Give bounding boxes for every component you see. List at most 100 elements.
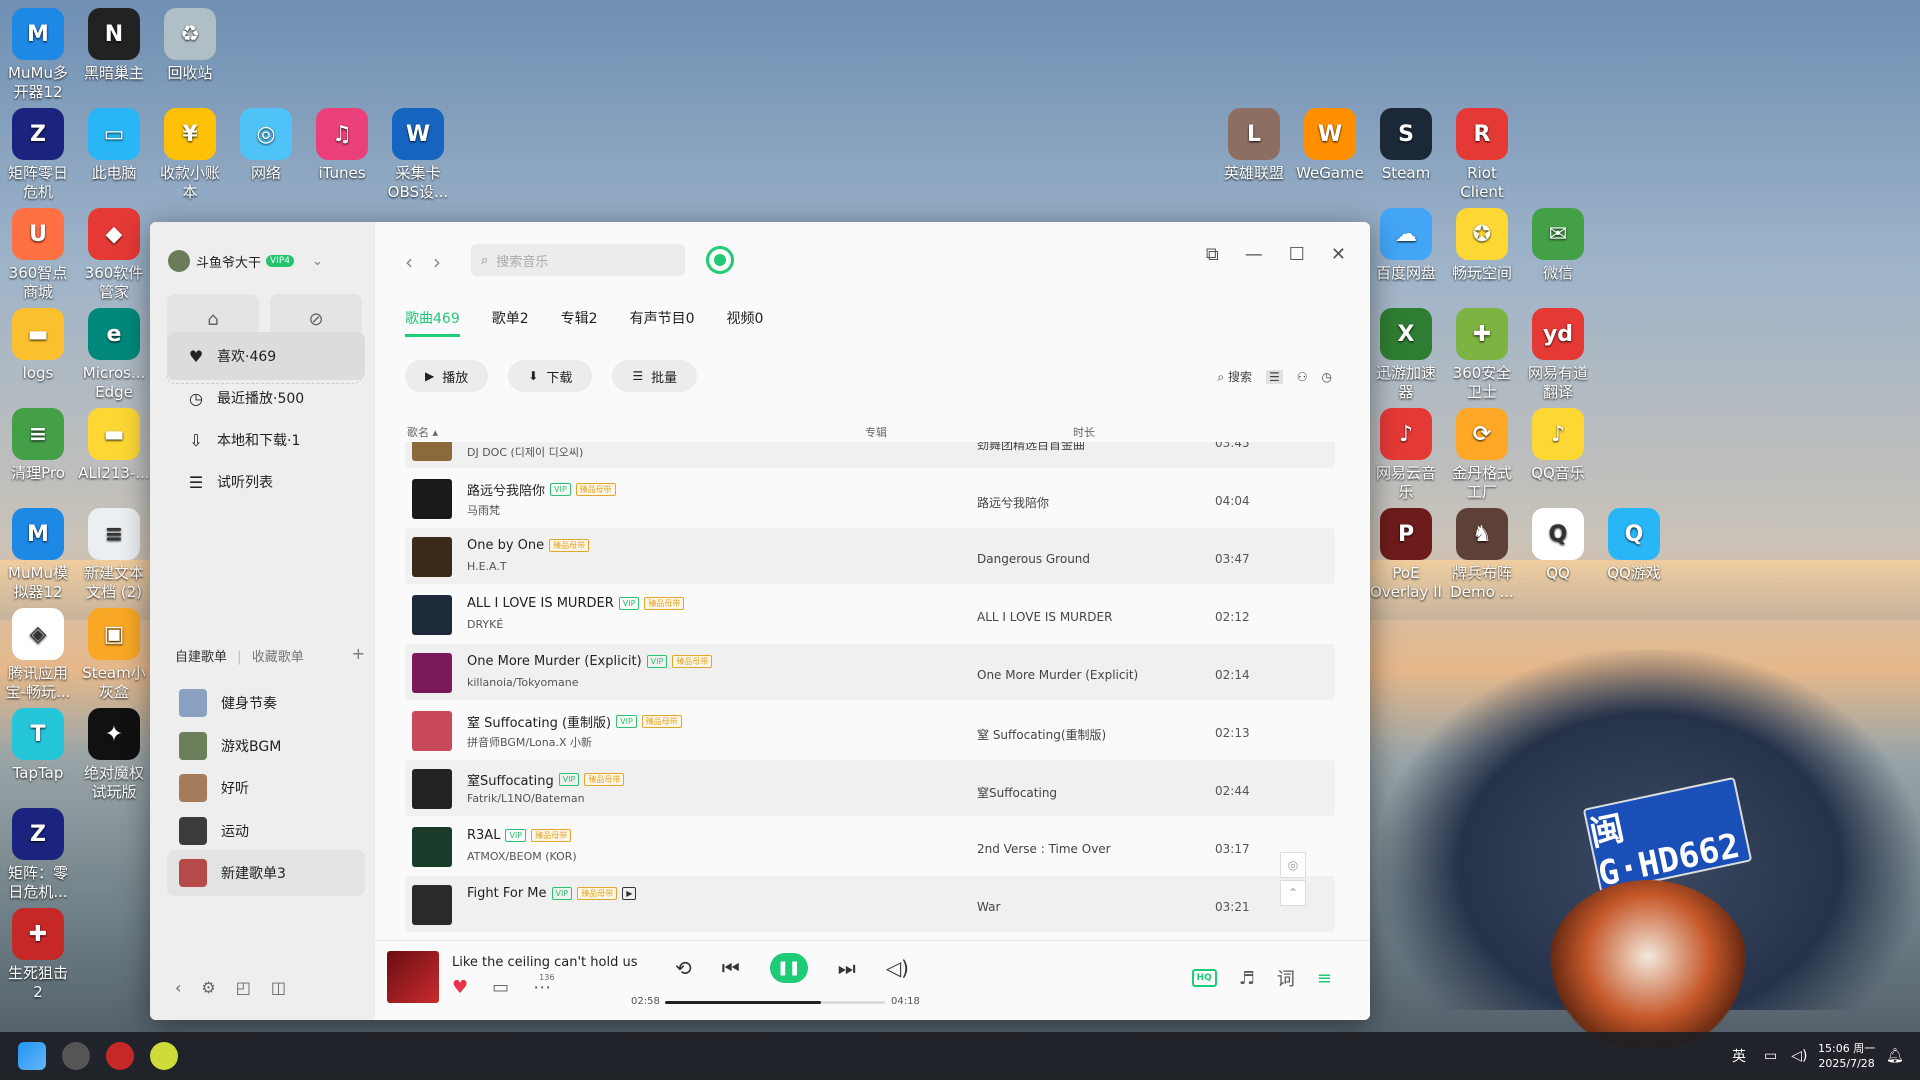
song-album[interactable]: Dangerous Ground (977, 552, 1090, 566)
desktop-icon[interactable]: S Steam (1368, 108, 1444, 183)
desktop-icon[interactable]: ♪ QQ音乐 (1520, 408, 1596, 483)
repeat-icon[interactable]: ⟲ (675, 956, 692, 980)
skin-icon[interactable]: ◰ (236, 978, 251, 997)
desktop-icon[interactable]: ⟳ 金丹格式 工厂 (1444, 408, 1520, 502)
song-artist[interactable]: killanoia/Tokyomane (467, 676, 578, 689)
table-row[interactable]: One More Murder (Explicit) VIP 臻品母带 killano… (405, 644, 1335, 700)
desktop-icon[interactable]: ✚ 360安全 卫士 (1444, 308, 1520, 402)
table-row[interactable]: R3AL VIP 臻品母带 ATMOX/BEOM (KOR) 2nd Verse : T… (405, 818, 1335, 874)
listen-recognize-icon[interactable] (706, 246, 734, 274)
play-all-button[interactable]: ▶ 播放 (405, 360, 489, 392)
song-album[interactable]: One More Murder (Explicit) (977, 668, 1138, 682)
ime-indicator[interactable]: 英 (1732, 1032, 1746, 1080)
progress-bar[interactable] (665, 1001, 885, 1004)
search-input[interactable]: ⌕ 搜索音乐 (471, 244, 685, 276)
tab-4[interactable]: 视频0 (727, 308, 764, 337)
tab-0[interactable]: 歌曲469 (405, 308, 460, 337)
desktop-icon[interactable]: Z 矩阵零日 危机 (0, 108, 76, 202)
vip-badge[interactable]: VIP4 (266, 255, 294, 267)
pause-button[interactable]: ❚❚ (769, 953, 808, 983)
song-album[interactable]: 窒 Suffocating(重制版) (977, 726, 1106, 743)
maximize-icon[interactable]: ☐ (1289, 244, 1305, 265)
song-artist[interactable]: ATMOX/BEOM (KOR) (467, 850, 577, 863)
table-row[interactable]: ALL I LOVE IS MURDER VIP 臻品母带 DRYKÉ ALL I LO… (405, 586, 1335, 642)
close-icon[interactable]: ✕ (1331, 244, 1346, 265)
desktop-icon[interactable]: ≡ 新建文本 文档 (2) (76, 508, 152, 602)
desktop-icon[interactable]: ☁ 百度网盘 (1368, 208, 1444, 283)
sidebar-item-clock[interactable]: ◷ 最近播放·500 (167, 374, 365, 422)
song-album[interactable]: 路远兮我陪你 (977, 494, 1049, 511)
playlist-item[interactable]: 新建歌单3 (167, 850, 365, 896)
desktop-icon[interactable]: ♫ iTunes (304, 108, 380, 183)
download-button[interactable]: ⬇ 下载 (508, 360, 593, 392)
desktop-icon[interactable]: M MuMu多 开器12 (0, 8, 76, 102)
desktop-icon[interactable]: L 英雄联盟 (1216, 108, 1292, 183)
list-search-button[interactable]: ⌕ 搜索 (1217, 368, 1252, 385)
desktop-icon[interactable]: ✚ 生死狙击 2 (0, 908, 76, 1002)
username[interactable]: 斗鱼爷大干 (196, 252, 261, 271)
previous-icon[interactable]: ⏮ (722, 956, 740, 980)
playlist-queue-icon[interactable]: ≡ (1317, 968, 1332, 989)
desktop-icon[interactable]: T TapTap (0, 708, 76, 783)
add-playlist-button[interactable]: + (352, 644, 365, 663)
desktop-icon[interactable]: ♻ 回收站 (152, 8, 228, 83)
table-row[interactable]: 窒Suffocating VIP 臻品母带 Fatrik/L1NO/Bateman 窒S… (405, 760, 1335, 816)
desktop-icon[interactable]: U 360智点 商城 (0, 208, 76, 302)
start-icon[interactable] (18, 1042, 46, 1070)
desktop-icon[interactable]: M MuMu模 拟器12 (0, 508, 76, 602)
tab-collected-playlists[interactable]: 收藏歌单 (252, 650, 304, 665)
desktop-icon[interactable]: ≡ 清理Pro (0, 408, 76, 483)
sound-effect-icon[interactable]: ♬ (1239, 968, 1255, 989)
network-icon[interactable]: ▭ (1764, 1048, 1777, 1064)
back-circle-icon[interactable]: ‹ (175, 978, 181, 997)
sidebar-item-heart[interactable]: ♥ 喜欢·469 (167, 332, 365, 380)
back-arrow-icon[interactable]: ‹ (405, 250, 413, 274)
clock[interactable]: 15:06 周一 2025/7/28 (1818, 1032, 1875, 1080)
playlist-item[interactable]: 运动 (167, 808, 365, 854)
desktop-icon[interactable]: yd 网易有道 翻译 (1520, 308, 1596, 402)
taskbar-app-icon[interactable] (150, 1042, 178, 1070)
playlist-item[interactable]: 好听 (167, 765, 365, 811)
tab-1[interactable]: 歌单2 (492, 308, 529, 337)
desktop-icon[interactable]: e Micros... Edge (76, 308, 152, 402)
locate-current-icon[interactable]: ◎ (1280, 852, 1306, 878)
tab-created-playlists[interactable]: 自建歌单 (175, 650, 227, 665)
minimize-icon[interactable]: — (1245, 244, 1263, 265)
playlist-item[interactable]: 游戏BGM (167, 723, 365, 769)
desktop-icon[interactable]: ▬ ALI213-... (76, 408, 152, 483)
desktop-icon[interactable]: P PoE Overlay II (1368, 508, 1444, 602)
desktop-icon[interactable]: ✦ 绝对魔权 试玩版 (76, 708, 152, 802)
song-artist[interactable]: Fatrik/L1NO/Bateman (467, 792, 585, 805)
desktop-icon[interactable]: ✉ 微信 (1520, 208, 1596, 283)
song-artist[interactable]: DRYKÉ (467, 618, 503, 631)
song-album[interactable]: 劲舞团精选百首金曲 (977, 442, 1085, 453)
now-playing-cover[interactable] (387, 951, 439, 1003)
song-artist[interactable]: H.E.A.T (467, 560, 507, 573)
desktop-icon[interactable]: ✪ 畅玩空间 (1444, 208, 1520, 283)
chevron-down-icon[interactable]: ⌄ (312, 254, 323, 269)
quality-hq-button[interactable]: HQ (1191, 969, 1217, 987)
song-artist[interactable]: 马雨梵 (467, 502, 500, 518)
desktop-icon[interactable]: Q QQ (1520, 508, 1596, 583)
taskbar-app-icon[interactable] (62, 1042, 90, 1070)
user-profile[interactable]: 斗鱼爷大干 VIP4 ⌄ (168, 250, 323, 272)
lyrics-icon[interactable]: 词 (1277, 965, 1295, 991)
tab-3[interactable]: 有声节目0 (630, 308, 695, 337)
tab-2[interactable]: 专辑2 (561, 308, 598, 337)
sidebar-item-list[interactable]: ☰ 试听列表 (167, 458, 365, 506)
artist-view-icon[interactable]: ⚇ (1297, 370, 1308, 384)
desktop-icon[interactable]: W WeGame (1292, 108, 1368, 183)
history-icon[interactable]: ◷ (1322, 370, 1332, 384)
desktop-icon[interactable]: Z 矩阵：零 日危机... (0, 808, 76, 902)
forward-arrow-icon[interactable]: › (433, 250, 441, 274)
settings-icon[interactable]: ⚙ (201, 978, 215, 997)
volume-icon[interactable]: ◁) (886, 956, 909, 980)
speaker-icon[interactable]: ◁) (1791, 1048, 1807, 1064)
desktop-icon[interactable]: Q QQ游戏 (1596, 508, 1672, 583)
list-view-icon[interactable]: ☰ (1265, 369, 1283, 384)
table-row[interactable]: 窒 Suffocating (重制版) VIP 臻品母带 拼音师BGM/Lona.X … (405, 702, 1335, 758)
mini-mode-icon[interactable]: ⧉ (1206, 244, 1219, 265)
desktop-icon[interactable]: ▣ Steam小 灰盒 (76, 608, 152, 702)
song-album[interactable]: ALL I LOVE IS MURDER (977, 610, 1112, 624)
like-heart-icon[interactable]: ♥ (452, 977, 468, 998)
